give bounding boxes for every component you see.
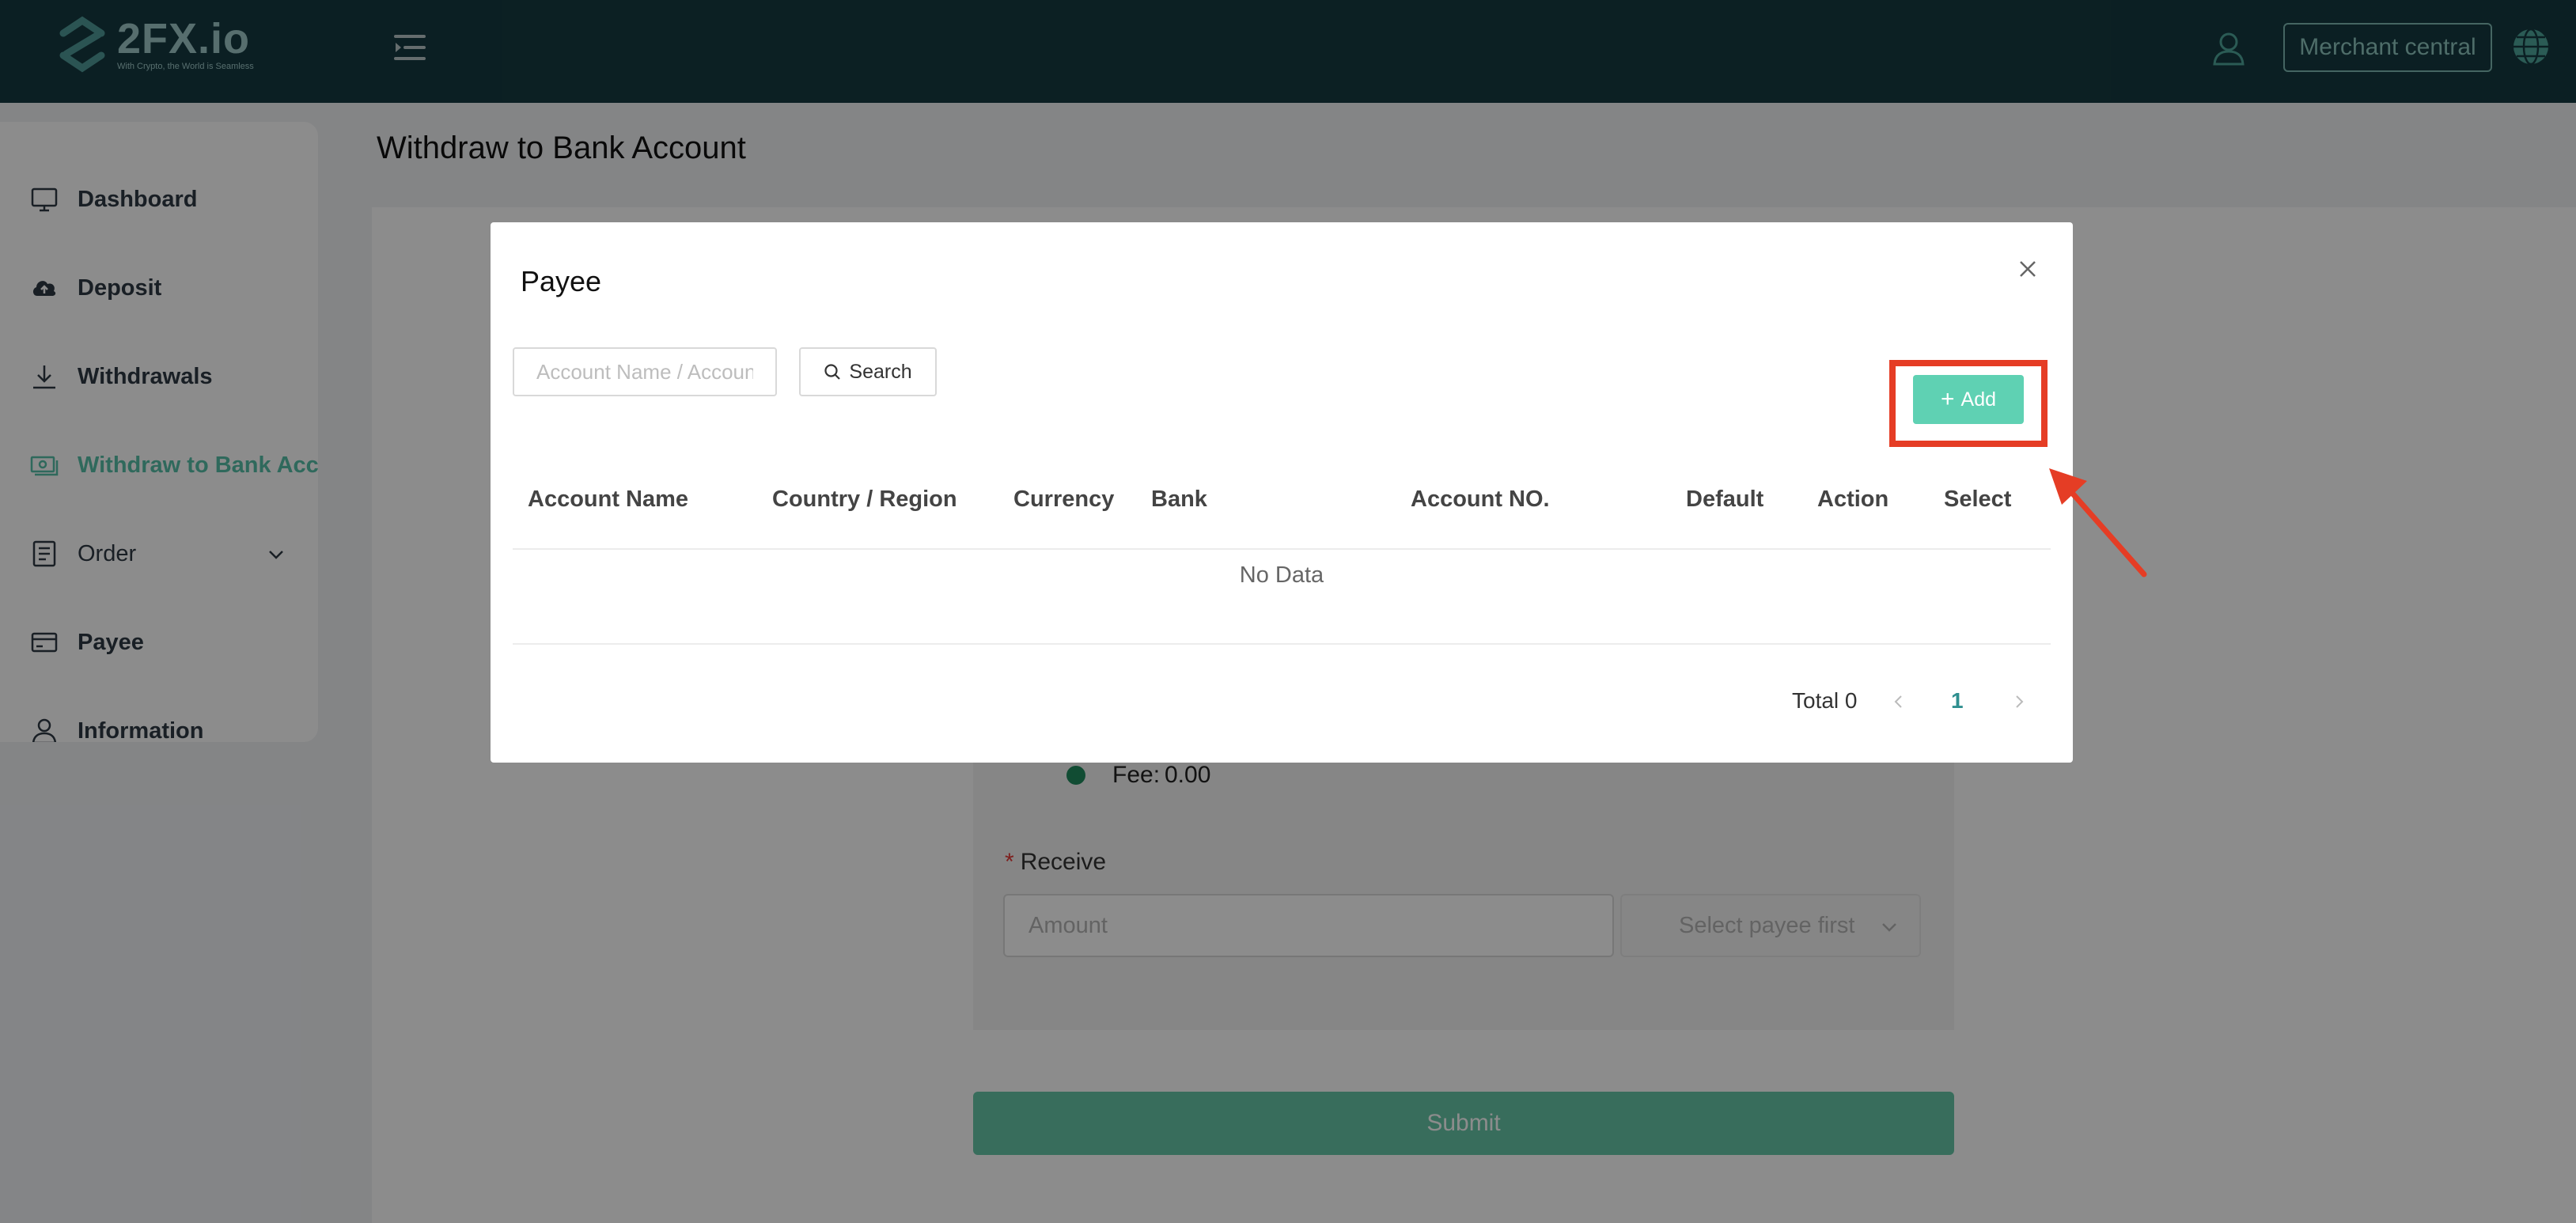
column-header-account-no: Account NO. xyxy=(1411,487,1550,512)
search-input[interactable] xyxy=(513,347,777,396)
table-header-divider xyxy=(513,548,2051,550)
column-header-currency: Currency xyxy=(1013,487,1115,512)
column-header-account-name: Account Name xyxy=(528,487,689,512)
column-header-bank: Bank xyxy=(1151,487,1207,512)
plus-icon: + xyxy=(1940,386,1955,412)
pagination-page-1[interactable]: 1 xyxy=(1951,688,1964,714)
annotation-arrow-icon xyxy=(2049,468,2147,577)
column-header-select: Select xyxy=(1944,487,2012,512)
add-payee-button[interactable]: + Add xyxy=(1913,375,2024,424)
add-button-label: Add xyxy=(1960,388,1996,411)
search-icon xyxy=(824,364,841,380)
empty-state-text: No Data xyxy=(1239,562,1324,588)
close-icon[interactable] xyxy=(2016,257,2040,281)
column-header-country-region: Country / Region xyxy=(772,487,957,512)
column-header-action: Action xyxy=(1817,487,1889,512)
payee-modal: Payee Search + Add Account Name Country … xyxy=(491,222,2073,763)
pagination-total: Total 0 xyxy=(1792,688,1858,713)
chevron-right-icon[interactable] xyxy=(2010,692,2029,711)
search-button[interactable]: Search xyxy=(799,347,937,396)
chevron-left-icon[interactable] xyxy=(1889,692,1908,711)
modal-title: Payee xyxy=(521,265,602,297)
column-header-default: Default xyxy=(1686,487,1764,512)
search-button-label: Search xyxy=(849,360,912,383)
table-body-divider xyxy=(513,643,2051,645)
